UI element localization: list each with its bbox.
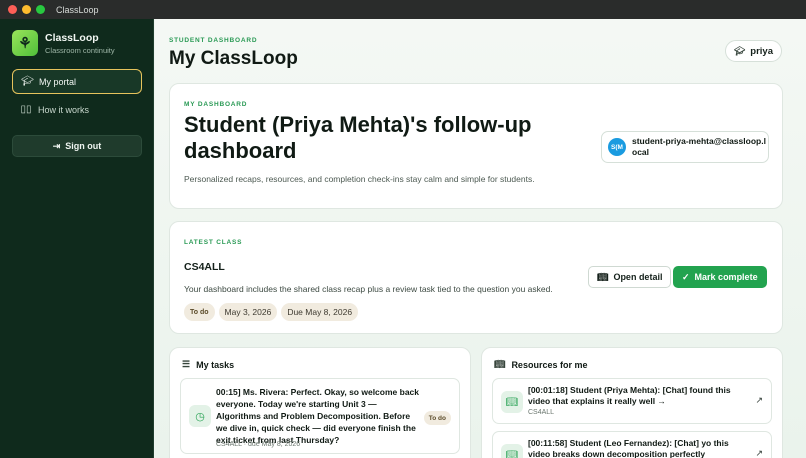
- mark-complete-button[interactable]: ✓ Mark complete: [673, 266, 767, 288]
- book-open-icon: 📖︎: [501, 391, 523, 413]
- due-date-badge: Due May 8, 2026: [281, 303, 359, 321]
- latest-class-card: LATEST CLASS CS4ALL Your dashboard inclu…: [169, 221, 783, 334]
- graduation-cap-icon: 🎓︎: [21, 76, 34, 87]
- my-tasks-panel: ☰ My tasks ◷ 00:15] Ms. Rivera: Perfect.…: [169, 347, 471, 458]
- class-name: CS4ALL: [184, 261, 225, 273]
- sign-out-button[interactable]: ⇥ Sign out: [12, 135, 142, 157]
- sidebar: ⚘ ClassLoop Classroom continuity 🎓︎ My p…: [0, 19, 154, 458]
- book-open-icon: 📖︎: [597, 271, 609, 282]
- status-badge: To do: [184, 303, 215, 321]
- resource-item[interactable]: 📖︎ [00:11:58] Student (Leo Fernandez): […: [492, 431, 772, 458]
- task-meta: CS4ALL · due May 8, 2026: [216, 441, 301, 448]
- zoom-window-button[interactable]: [36, 5, 45, 14]
- brand-subtitle: Classroom continuity: [45, 45, 115, 55]
- tasks-heading: ☰ My tasks: [182, 359, 235, 370]
- task-text: 00:15] Ms. Rivera: Perfect. Okay, so wel…: [216, 387, 419, 445]
- brand-logo-icon: ⚘: [12, 30, 38, 56]
- open-detail-button[interactable]: 📖︎ Open detail: [588, 266, 672, 288]
- resource-meta: CS4ALL: [528, 409, 555, 416]
- book-icon: ▯▯: [20, 104, 32, 115]
- avatar: S(M: [608, 138, 626, 156]
- account-chip: S(M student-priya-mehta@classloop.local: [601, 131, 769, 163]
- sign-out-icon: ⇥: [52, 140, 61, 151]
- app-window: ClassLoop ⚘ ClassLoop Classroom continui…: [0, 0, 806, 458]
- hero-eyebrow: MY DASHBOARD: [184, 101, 248, 108]
- brand: ⚘ ClassLoop Classroom continuity: [12, 30, 115, 56]
- minimize-window-button[interactable]: [22, 5, 31, 14]
- external-link-icon[interactable]: ↗: [755, 448, 763, 458]
- external-link-icon[interactable]: ↗: [755, 395, 763, 406]
- sidebar-item-label: How it works: [38, 104, 90, 115]
- hero-description: Personalized recaps, resources, and comp…: [184, 174, 535, 184]
- latest-class-eyebrow: LATEST CLASS: [184, 239, 243, 246]
- status-badge: To do: [423, 411, 451, 425]
- class-date-badge: May 3, 2026: [218, 303, 278, 321]
- clock-icon: ◷: [189, 405, 211, 427]
- close-window-button[interactable]: [8, 5, 17, 14]
- class-description: Your dashboard includes the shared class…: [184, 284, 553, 294]
- graduation-cap-icon: 🎓︎: [733, 45, 746, 56]
- title-bar: ClassLoop: [0, 0, 806, 19]
- task-list-icon: ☰: [182, 359, 191, 369]
- account-email: student-priya-mehta@classloop.local: [632, 136, 766, 157]
- book-open-icon: 📖︎: [494, 359, 506, 369]
- check-circle-icon: ✓: [682, 271, 690, 282]
- sidebar-item-label: My portal: [39, 76, 77, 87]
- hero-title: Student (Priya Mehta)'s follow-up dashbo…: [184, 112, 532, 163]
- main-content: STUDENT DASHBOARD My ClassLoop 🎓︎ priya …: [155, 19, 806, 458]
- page-eyebrow: STUDENT DASHBOARD: [169, 37, 258, 44]
- resource-text: [00:01:18] Student (Priya Mehta): [Chat]…: [528, 385, 731, 406]
- task-item[interactable]: ◷ 00:15] Ms. Rivera: Perfect. Okay, so w…: [180, 378, 460, 454]
- user-chip-label: priya: [750, 45, 773, 57]
- sidebar-item-how-it-works[interactable]: ▯▯ How it works: [12, 97, 142, 122]
- resources-heading: 📖︎ Resources for me: [494, 359, 588, 370]
- resource-item[interactable]: 📖︎ [00:01:18] Student (Priya Mehta): [Ch…: [492, 378, 772, 424]
- window-title: ClassLoop: [56, 4, 99, 15]
- brand-name: ClassLoop: [45, 31, 99, 44]
- sidebar-item-my-portal[interactable]: 🎓︎ My portal: [12, 69, 142, 94]
- page-title: My ClassLoop: [169, 48, 298, 69]
- book-open-icon: 📖︎: [501, 444, 523, 458]
- resource-text: [00:11:58] Student (Leo Fernandez): [Cha…: [528, 438, 729, 458]
- resources-panel: 📖︎ Resources for me 📖︎ [00:01:18] Studen…: [481, 347, 783, 458]
- class-tags: To do May 3, 2026 Due May 8, 2026: [184, 303, 362, 321]
- dashboard-hero-card: MY DASHBOARD Student (Priya Mehta)'s fol…: [169, 83, 783, 209]
- user-chip[interactable]: 🎓︎ priya: [724, 40, 782, 62]
